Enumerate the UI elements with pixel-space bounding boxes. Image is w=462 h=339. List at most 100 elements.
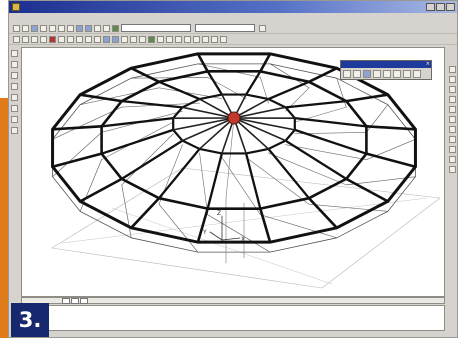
radial-rib — [131, 198, 159, 228]
revolve-icon[interactable] — [112, 36, 119, 43]
extrude-icon[interactable] — [103, 36, 110, 43]
command-prompt[interactable] — [70, 322, 440, 329]
spline-icon[interactable] — [11, 105, 18, 112]
step-number-badge: 3. — [11, 303, 49, 337]
command-line[interactable] — [21, 305, 445, 331]
select-icon[interactable] — [11, 50, 18, 57]
tab-layout2[interactable] — [80, 298, 88, 304]
ucs-axis-label: X — [241, 236, 245, 243]
snap-endpoint-icon[interactable] — [449, 66, 456, 73]
redo-icon[interactable] — [85, 25, 92, 32]
render-icon[interactable] — [184, 36, 191, 43]
tab-layout1[interactable] — [71, 298, 79, 304]
minimize-icon[interactable] — [426, 3, 435, 11]
block-icon[interactable] — [220, 36, 227, 43]
fillet-icon[interactable] — [139, 36, 146, 43]
secondary-brace — [53, 107, 122, 139]
radial-rib — [53, 126, 102, 129]
secondary-brace — [260, 215, 336, 238]
radial-rib — [102, 130, 174, 154]
text-icon[interactable] — [202, 36, 209, 43]
radial-rib — [309, 198, 337, 228]
radial-rib — [234, 118, 286, 141]
radial-rib — [159, 82, 200, 99]
point-icon[interactable] — [11, 61, 18, 68]
layer-combo[interactable] — [121, 24, 191, 32]
snap-intersection-icon[interactable] — [449, 116, 456, 123]
view-3d-icon[interactable] — [157, 36, 164, 43]
command-history-line — [70, 308, 440, 315]
secondary-brace — [200, 153, 208, 215]
secondary-brace — [246, 157, 309, 204]
tab-model[interactable] — [62, 298, 70, 304]
pan-icon[interactable] — [94, 25, 101, 32]
array-icon[interactable] — [94, 36, 101, 43]
panel-tool-icon[interactable] — [373, 70, 381, 78]
close-icon[interactable] — [446, 3, 455, 11]
panel-tool-icon[interactable] — [363, 70, 371, 78]
arc-icon[interactable] — [40, 36, 47, 43]
radial-rib — [159, 149, 200, 198]
panel-tool-icon[interactable] — [403, 70, 411, 78]
radial-rib — [268, 149, 309, 198]
radial-rib — [53, 154, 102, 167]
snap-tangent-icon[interactable] — [449, 136, 456, 143]
ucs-icon[interactable] — [148, 36, 155, 43]
standard-toolbar — [9, 23, 457, 34]
mirror-icon[interactable] — [85, 36, 92, 43]
snap-node-icon[interactable] — [449, 96, 456, 103]
secondary-brace — [122, 134, 173, 185]
extend-icon[interactable] — [130, 36, 137, 43]
region-icon[interactable] — [11, 116, 18, 123]
panel-tool-icon[interactable] — [393, 70, 401, 78]
move-icon[interactable] — [58, 36, 65, 43]
polyline-icon[interactable] — [22, 36, 29, 43]
properties-icon[interactable] — [112, 25, 119, 32]
copy-icon[interactable] — [58, 25, 65, 32]
maximize-icon[interactable] — [436, 3, 445, 11]
print-icon[interactable] — [40, 25, 47, 32]
snap-nearest-icon[interactable] — [449, 146, 456, 153]
undo-icon[interactable] — [76, 25, 83, 32]
drawing-canvas[interactable]: XYZ × — [21, 47, 445, 297]
scale-icon[interactable] — [76, 36, 83, 43]
trim-icon[interactable] — [121, 36, 128, 43]
secondary-brace — [208, 215, 270, 253]
cut-icon[interactable] — [49, 25, 56, 32]
panel-tool-icon[interactable] — [343, 70, 351, 78]
help-icon[interactable] — [259, 25, 266, 32]
panel-close-icon[interactable]: × — [426, 61, 430, 68]
save-icon[interactable] — [31, 25, 38, 32]
line-icon[interactable] — [13, 36, 20, 43]
panel-tool-icon[interactable] — [413, 70, 421, 78]
floating-toolbar-title — [341, 61, 431, 68]
panel-tool-icon[interactable] — [383, 70, 391, 78]
color-combo[interactable] — [195, 24, 255, 32]
hatch-icon[interactable] — [211, 36, 218, 43]
snap-center-icon[interactable] — [449, 86, 456, 93]
snap-none-icon[interactable] — [449, 156, 456, 163]
new-file-icon[interactable] — [13, 25, 20, 32]
snap-quadrant-icon[interactable] — [449, 106, 456, 113]
circle-icon[interactable] — [31, 36, 38, 43]
snap-settings-icon[interactable] — [449, 166, 456, 173]
open-file-icon[interactable] — [22, 25, 29, 32]
radial-rib — [234, 107, 286, 118]
snap-perpendicular-icon[interactable] — [449, 126, 456, 133]
shade-icon[interactable] — [175, 36, 182, 43]
ellipse-icon[interactable] — [11, 94, 18, 101]
panel-tool-icon[interactable] — [353, 70, 361, 78]
rotate-icon[interactable] — [67, 36, 74, 43]
rectangle-icon[interactable] — [11, 72, 18, 79]
erase-icon[interactable] — [49, 36, 56, 43]
paste-icon[interactable] — [67, 25, 74, 32]
horizontal-scrollbar[interactable] — [21, 297, 445, 304]
snap-midpoint-icon[interactable] — [449, 76, 456, 83]
zoom-icon[interactable] — [103, 25, 110, 32]
app-icon — [12, 3, 20, 11]
insert-icon[interactable] — [11, 127, 18, 134]
dimension-icon[interactable] — [193, 36, 200, 43]
orbit-icon[interactable] — [166, 36, 173, 43]
radial-rib — [295, 130, 367, 154]
polygon-icon[interactable] — [11, 83, 18, 90]
